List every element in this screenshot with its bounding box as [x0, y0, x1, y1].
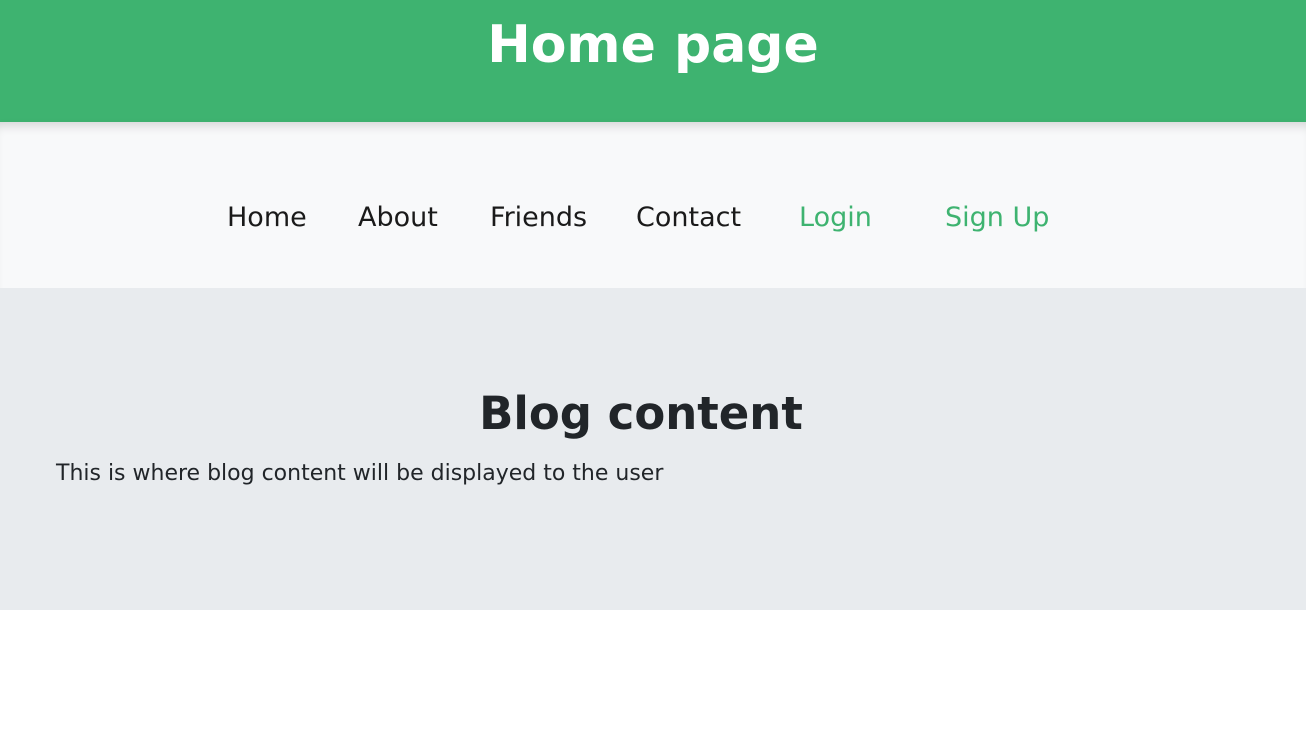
page-title: Home page: [487, 15, 819, 75]
nav-link-about[interactable]: About: [358, 196, 438, 240]
page-header: Home page: [0, 0, 1306, 122]
blog-content-section: Blog content This is where blog content …: [0, 288, 1306, 610]
nav-link-contact[interactable]: Contact: [636, 196, 741, 240]
signup-link[interactable]: Sign Up: [945, 196, 1049, 240]
nav-link-home[interactable]: Home: [227, 196, 307, 240]
main-nav: Home About Friends Contact Login Sign Up: [0, 122, 1306, 288]
nav-link-friends[interactable]: Friends: [490, 196, 587, 240]
login-link[interactable]: Login: [799, 196, 872, 240]
blog-body-text: This is where blog content will be displ…: [56, 461, 664, 486]
blog-heading: Blog content: [479, 387, 803, 440]
